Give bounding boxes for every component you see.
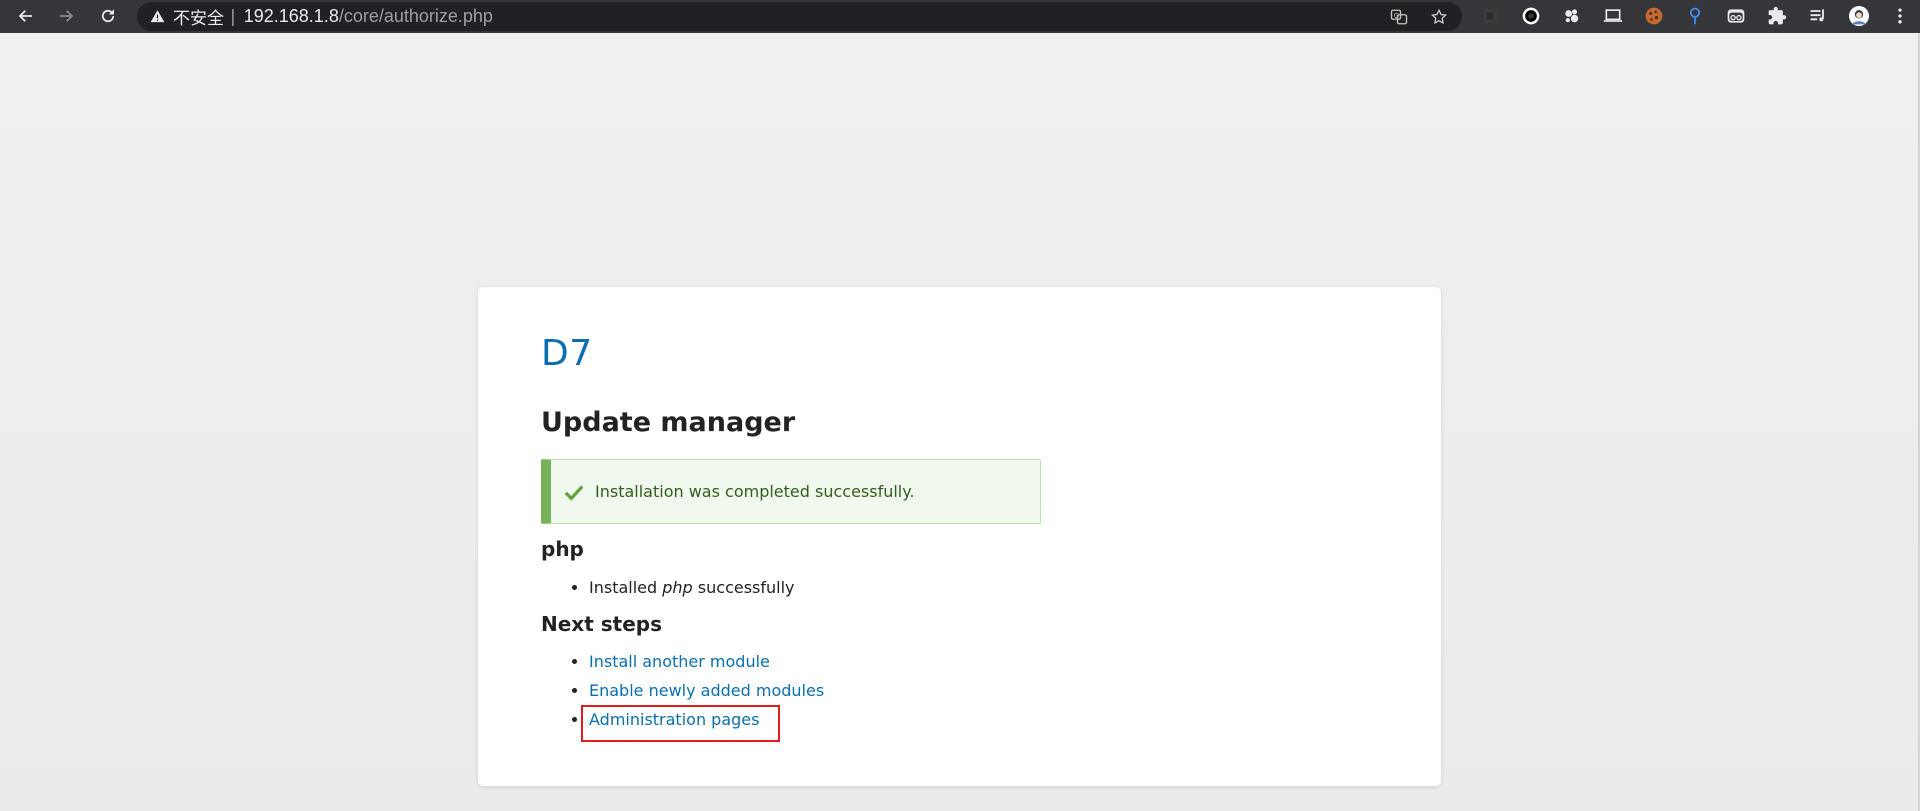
reload-icon bbox=[101, 9, 115, 23]
warning-icon[interactable] bbox=[149, 9, 165, 25]
security-label[interactable]: 不安全 bbox=[173, 4, 224, 29]
avatar[interactable] bbox=[1847, 4, 1871, 28]
install-another-module-link[interactable]: Install another module bbox=[589, 652, 770, 671]
url-text[interactable]: 192.168.1.8/core/authorize.php bbox=[244, 6, 493, 27]
item-emphasis: php bbox=[662, 578, 693, 597]
back-button[interactable] bbox=[14, 4, 38, 28]
address-bar[interactable]: 不安全 | 192.168.1.8/core/authorize.php G bbox=[137, 2, 1462, 31]
content-card: D7 Update manager Installation was compl… bbox=[478, 287, 1441, 786]
laptop-icon[interactable] bbox=[1601, 4, 1625, 28]
url-separator: | bbox=[230, 6, 236, 27]
url-path: /core/authorize.php bbox=[338, 6, 493, 26]
pin-icon[interactable] bbox=[1683, 4, 1707, 28]
reload-button[interactable] bbox=[96, 4, 120, 28]
star-icon[interactable] bbox=[1428, 6, 1450, 28]
status-text: Installation was completed successfully. bbox=[595, 482, 915, 501]
cookie-icon[interactable] bbox=[1642, 4, 1666, 28]
php-result-list: Installed php successfully bbox=[562, 573, 795, 602]
php-section-heading: php bbox=[541, 537, 584, 561]
list-item: Enable newly added modules bbox=[589, 676, 824, 705]
site-name[interactable]: D7 bbox=[541, 333, 593, 374]
arrow-left-icon bbox=[18, 10, 32, 22]
kebab-menu-icon[interactable] bbox=[1888, 4, 1912, 28]
item-prefix: Installed bbox=[589, 578, 663, 597]
translate-icon[interactable]: G bbox=[1388, 6, 1410, 28]
circle-extension-icon[interactable] bbox=[1519, 4, 1543, 28]
goggles-icon[interactable] bbox=[1724, 4, 1748, 28]
checkmark-icon bbox=[563, 481, 585, 503]
enable-modules-link[interactable]: Enable newly added modules bbox=[589, 681, 824, 700]
puzzle-icon[interactable] bbox=[1765, 4, 1789, 28]
page-title: Update manager bbox=[541, 407, 796, 438]
playlist-icon[interactable] bbox=[1806, 4, 1830, 28]
status-message: Installation was completed successfully. bbox=[541, 459, 1041, 524]
cluster-extension-icon[interactable] bbox=[1560, 4, 1584, 28]
list-item: Installed php successfully bbox=[589, 573, 795, 602]
url-host: 192.168.1.8 bbox=[243, 6, 339, 26]
item-suffix: successfully bbox=[692, 578, 795, 597]
arrow-right-icon bbox=[60, 10, 74, 22]
dark-extension-icon[interactable] bbox=[1478, 4, 1502, 28]
list-item: Install another module bbox=[589, 647, 824, 676]
forward-button[interactable] bbox=[54, 4, 78, 28]
extensions-row bbox=[1478, 4, 1912, 28]
browser-toolbar: 不安全 | 192.168.1.8/core/authorize.php G bbox=[0, 0, 1920, 33]
highlight-box bbox=[581, 705, 780, 742]
next-steps-heading: Next steps bbox=[541, 612, 662, 636]
